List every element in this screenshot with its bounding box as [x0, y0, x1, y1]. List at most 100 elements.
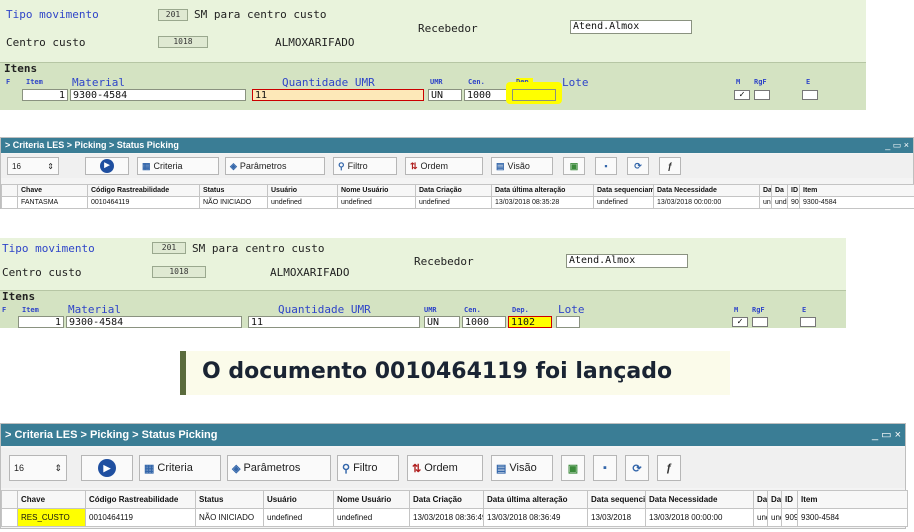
- cell-data-seq: 13/03/2018: [587, 508, 646, 527]
- visao-button-2[interactable]: ▤ Visão: [491, 455, 553, 481]
- header-data-seq[interactable]: Data sequenciamento: [593, 184, 654, 197]
- row-e-checkbox[interactable]: [802, 90, 818, 100]
- parametros-button[interactable]: ◈ Parâmetros: [225, 157, 325, 175]
- row-dep-field[interactable]: [512, 89, 556, 101]
- refresh-button-2[interactable]: ⟳: [625, 455, 649, 481]
- header-usuario[interactable]: Usuário: [267, 184, 338, 197]
- cell-data-alteracao: 13/03/2018 08:35:28: [491, 196, 594, 209]
- page-size-stepper[interactable]: 16 ⇕: [7, 157, 59, 175]
- itens-label-2: Itens: [2, 290, 36, 303]
- header-nome-usuario[interactable]: Nome Usuário: [333, 490, 410, 509]
- header-data-necessidade[interactable]: Data Necessidade: [653, 184, 760, 197]
- tipo-movimento-code[interactable]: 201: [158, 9, 188, 21]
- header-chave[interactable]: Chave: [17, 490, 86, 509]
- row-material-field[interactable]: 9300-4584: [70, 89, 246, 101]
- row-quantidade-field-2[interactable]: 11: [248, 316, 420, 328]
- row-rgf-checkbox-2[interactable]: [752, 317, 768, 327]
- config-button-2[interactable]: ƒ: [657, 455, 681, 481]
- stepper-icon: ⇕: [54, 462, 62, 473]
- header-da[interactable]: Da: [771, 184, 788, 197]
- criteria-button-2[interactable]: ▦ Criteria: [139, 455, 221, 481]
- ordem-button[interactable]: ⇅ Ordem: [405, 157, 483, 175]
- row-m-checkbox-2[interactable]: ✓: [732, 317, 748, 327]
- recebedor-field[interactable]: Atend.Almox: [570, 20, 692, 34]
- les-window-1: > Criteria LES > Picking > Status Pickin…: [0, 137, 914, 209]
- centro-custo-label: Centro custo: [6, 36, 86, 49]
- row-m-checkbox[interactable]: ✓: [734, 90, 750, 100]
- header-status[interactable]: Status: [195, 490, 264, 509]
- config-button[interactable]: ƒ: [659, 157, 681, 175]
- header-data[interactable]: Data: [753, 490, 768, 509]
- centro-custo-code[interactable]: 1018: [158, 36, 208, 48]
- window-controls-1[interactable]: _ ▭ ×: [885, 140, 909, 151]
- header-chave[interactable]: Chave: [17, 184, 88, 197]
- table-row[interactable]: FANTASMA 0010464119 NÃO INICIADO undefin…: [1, 196, 914, 209]
- visao-button[interactable]: ▤ Visão: [491, 157, 553, 175]
- header-status[interactable]: Status: [199, 184, 268, 197]
- row-e-checkbox-2[interactable]: [800, 317, 816, 327]
- header-data-criacao[interactable]: Data Criação: [415, 184, 492, 197]
- header-id[interactable]: ID: [787, 184, 800, 197]
- row-quantidade-field[interactable]: 11: [252, 89, 424, 101]
- header-item[interactable]: Item: [797, 490, 908, 509]
- row-item-field[interactable]: 1: [22, 89, 68, 101]
- cell-id: 909: [781, 508, 798, 527]
- parametros-button-2[interactable]: ◈ Parâmetros: [227, 455, 331, 481]
- header-select: [1, 184, 18, 197]
- row-dep-field-2[interactable]: 1102: [508, 316, 552, 328]
- run-button[interactable]: ▶: [85, 157, 129, 175]
- header-nome-usuario[interactable]: Nome Usuário: [337, 184, 416, 197]
- export-button[interactable]: ▣: [563, 157, 585, 175]
- refresh-icon: ⟳: [632, 462, 642, 475]
- header-codigo[interactable]: Código Rastreabilidade: [87, 184, 200, 197]
- criteria-icon: ▦: [144, 462, 155, 475]
- header-item[interactable]: Item: [799, 184, 914, 197]
- cell-data-criacao: 13/03/2018 08:36:49: [409, 508, 484, 527]
- export-button-2[interactable]: ▣: [561, 455, 585, 481]
- visao-label-2: Visão: [509, 462, 537, 474]
- parametros-label-2: Parâmetros: [243, 462, 301, 474]
- header-data-alteracao[interactable]: Data última alteração: [491, 184, 594, 197]
- window-controls-2[interactable]: _ ▭ ×: [872, 428, 901, 441]
- header-usuario[interactable]: Usuário: [263, 490, 334, 509]
- header-data-seq[interactable]: Data sequenciamento: [587, 490, 646, 509]
- centro-custo-code-2[interactable]: 1018: [152, 266, 206, 278]
- header-id[interactable]: ID: [781, 490, 798, 509]
- criteria-label: Criteria: [153, 161, 183, 171]
- header-data-alteracao[interactable]: Data última alteração: [483, 490, 588, 509]
- row-lote-field-2[interactable]: [556, 316, 580, 328]
- save-button[interactable]: ▪: [595, 157, 617, 175]
- header-data-necessidade[interactable]: Data Necessidade: [645, 490, 754, 509]
- header-data[interactable]: Data: [759, 184, 772, 197]
- save-icon: ▪: [603, 462, 607, 474]
- row-umr-field-2[interactable]: UN: [424, 316, 460, 328]
- ordem-label-2: Ordem: [424, 462, 458, 474]
- filtro-button[interactable]: ⚲ Filtro: [333, 157, 397, 175]
- refresh-button[interactable]: ⟳: [627, 157, 649, 175]
- tipo-movimento-code-2[interactable]: 201: [152, 242, 186, 254]
- header-codigo[interactable]: Código Rastreabilidade: [85, 490, 196, 509]
- criteria-button[interactable]: ▦ Criteria: [137, 157, 219, 175]
- row-umr-field[interactable]: UN: [428, 89, 462, 101]
- run-button-2[interactable]: ▶: [81, 455, 133, 481]
- tag-icon: ◈: [230, 160, 237, 171]
- row-cen-field-2[interactable]: 1000: [462, 316, 506, 328]
- row-cen-field[interactable]: 1000: [464, 89, 508, 101]
- recebedor-field-2[interactable]: Atend.Almox: [566, 254, 688, 268]
- row-material-field-2[interactable]: 9300-4584: [66, 316, 242, 328]
- save-button-2[interactable]: ▪: [593, 455, 617, 481]
- row-item-field-2[interactable]: 1: [18, 316, 64, 328]
- row-select[interactable]: [1, 508, 18, 527]
- header-data-criacao[interactable]: Data Criação: [409, 490, 484, 509]
- table-row[interactable]: RES_CUSTO 0010464119 NÃO INICIADO undefi…: [1, 508, 908, 527]
- sap-form-2: Tipo movimento 201 SM para centro custo …: [0, 238, 846, 328]
- row-rgf-checkbox[interactable]: [754, 90, 770, 100]
- col-e: E: [806, 78, 811, 86]
- filtro-button-2[interactable]: ⚲ Filtro: [337, 455, 399, 481]
- header-da[interactable]: Da: [767, 490, 782, 509]
- col-umr: UMR: [430, 78, 443, 86]
- page-size-stepper-2[interactable]: 16 ⇕: [9, 455, 67, 481]
- cell-usuario: undefined: [263, 508, 334, 527]
- row-select[interactable]: [1, 196, 18, 209]
- ordem-button-2[interactable]: ⇅ Ordem: [407, 455, 483, 481]
